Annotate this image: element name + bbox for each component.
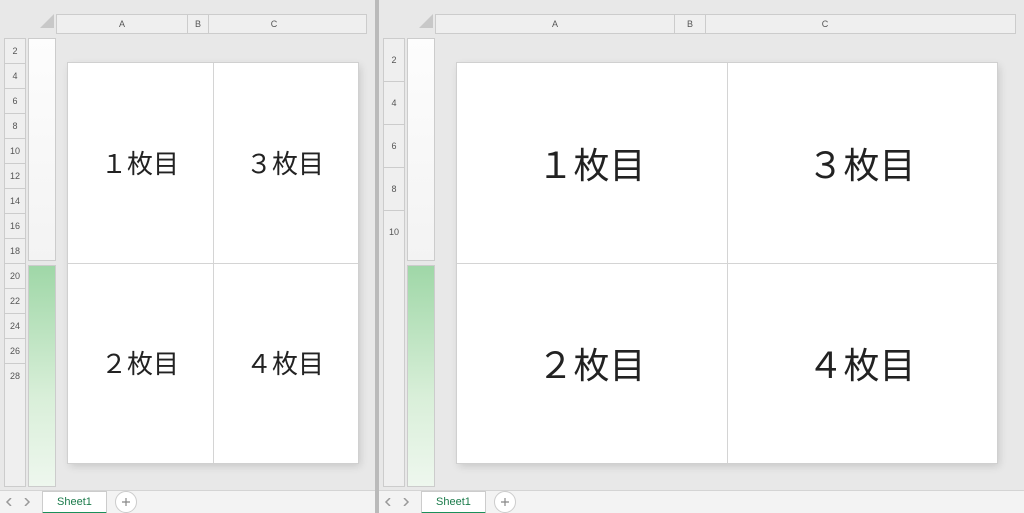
sheet-tab-bar: Sheet1	[379, 490, 1024, 513]
cell-3[interactable]: ３枚目	[727, 63, 997, 263]
column-header-C[interactable]: C	[209, 15, 339, 33]
row-header-14[interactable]: 14	[5, 189, 25, 214]
print-page: １枚目 ３枚目 ２枚目 ４枚目	[457, 63, 997, 463]
row-header-12[interactable]: 12	[5, 164, 25, 189]
page-preview-area: １枚目 ３枚目 ２枚目 ４枚目	[58, 38, 367, 487]
cell-3[interactable]: ３枚目	[213, 63, 358, 263]
column-headers[interactable]: ABC	[435, 14, 1016, 34]
row-header-26[interactable]: 26	[5, 339, 25, 364]
row-header-2[interactable]: 2	[5, 39, 25, 64]
cell-1[interactable]: １枚目	[457, 63, 727, 263]
pane-left: ABC 246810121416182022242628 １枚目 ３枚目 ２枚目…	[0, 0, 379, 513]
cell-2[interactable]: ２枚目	[68, 263, 213, 463]
row-header-4[interactable]: 4	[5, 64, 25, 89]
column-header-B[interactable]: B	[675, 15, 706, 33]
row-header-6[interactable]: 6	[5, 89, 25, 114]
cell-4[interactable]: ４枚目	[213, 263, 358, 463]
ruler-lower	[407, 265, 435, 488]
cell-1[interactable]: １枚目	[68, 63, 213, 263]
row-header-24[interactable]: 24	[5, 314, 25, 339]
row-header-8[interactable]: 8	[5, 114, 25, 139]
add-sheet-button[interactable]	[115, 491, 137, 513]
vertical-rulers	[407, 38, 435, 487]
row-header-22[interactable]: 22	[5, 289, 25, 314]
select-all-corner[interactable]	[40, 14, 54, 28]
print-page: １枚目 ３枚目 ２枚目 ４枚目	[68, 63, 358, 463]
row-header-2[interactable]: 2	[384, 39, 404, 82]
column-header-A[interactable]: A	[436, 15, 675, 33]
sheet-tab-bar: Sheet1	[0, 490, 375, 513]
row-header-28[interactable]: 28	[5, 364, 25, 388]
column-header-C[interactable]: C	[706, 15, 944, 33]
row-header-18[interactable]: 18	[5, 239, 25, 264]
tab-nav-next[interactable]	[397, 493, 415, 511]
column-header-A[interactable]: A	[57, 15, 188, 33]
pane-right: ABC 246810 １枚目 ３枚目 ２枚目 ４枚目	[379, 0, 1024, 513]
row-header-6[interactable]: 6	[384, 125, 404, 168]
ruler-lower	[28, 265, 56, 488]
page-preview-area: １枚目 ３枚目 ２枚目 ４枚目	[437, 38, 1016, 487]
vertical-rulers	[28, 38, 56, 487]
tab-nav-prev[interactable]	[0, 493, 18, 511]
ruler-upper	[407, 38, 435, 261]
row-header-10[interactable]: 10	[5, 139, 25, 164]
ruler-upper	[28, 38, 56, 261]
grid-vline	[727, 63, 728, 463]
grid-vline	[213, 63, 214, 463]
tab-nav-next[interactable]	[18, 493, 36, 511]
select-all-corner[interactable]	[419, 14, 433, 28]
row-header-10[interactable]: 10	[384, 211, 404, 253]
column-headers[interactable]: ABC	[56, 14, 367, 34]
cell-2[interactable]: ２枚目	[457, 263, 727, 463]
column-header-B[interactable]: B	[188, 15, 209, 33]
row-header-8[interactable]: 8	[384, 168, 404, 211]
add-sheet-button[interactable]	[494, 491, 516, 513]
sheet-tab[interactable]: Sheet1	[421, 491, 486, 513]
row-header-4[interactable]: 4	[384, 82, 404, 125]
row-header-16[interactable]: 16	[5, 214, 25, 239]
row-headers[interactable]: 246810	[383, 38, 405, 487]
row-headers[interactable]: 246810121416182022242628	[4, 38, 26, 487]
cell-4[interactable]: ４枚目	[727, 263, 997, 463]
row-header-20[interactable]: 20	[5, 264, 25, 289]
tab-nav-prev[interactable]	[379, 493, 397, 511]
sheet-tab[interactable]: Sheet1	[42, 491, 107, 513]
